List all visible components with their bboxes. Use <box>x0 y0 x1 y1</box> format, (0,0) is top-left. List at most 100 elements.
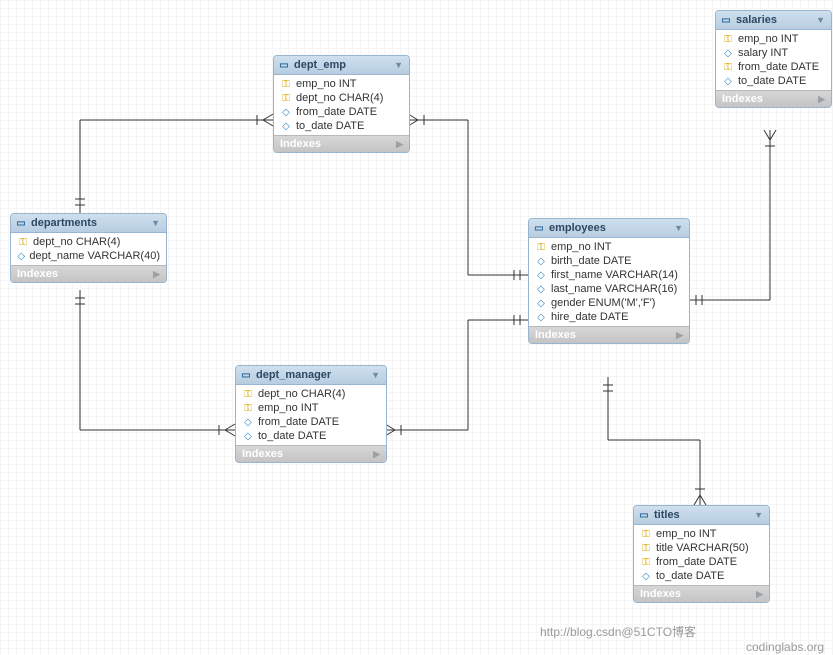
column-text: from_date DATE <box>656 556 737 568</box>
column-row[interactable]: ◇ from_date DATE <box>236 415 386 429</box>
indexes-label: Indexes <box>722 93 763 105</box>
collapse-icon[interactable]: ▼ <box>394 60 403 70</box>
indexes-section[interactable]: Indexes▶ <box>274 135 409 152</box>
column-text: dept_no CHAR(4) <box>258 388 345 400</box>
column-text: emp_no INT <box>551 241 612 253</box>
table-salaries[interactable]: ▭ salaries ▼ ⚿emp_no INT ◇ salary INT⚿from_da… <box>715 10 832 108</box>
table-titles[interactable]: ▭titles▼⚿emp_no INT⚿title VARCHAR(50)⚿fr… <box>633 505 770 603</box>
key-icon: ⚿ <box>535 242 547 253</box>
table-header[interactable]: ▭dept_manager▼ <box>236 366 386 385</box>
column-row[interactable]: ⚿emp_no INT <box>236 401 386 415</box>
expand-icon[interactable]: ▶ <box>153 269 160 280</box>
expand-icon[interactable]: ▶ <box>373 449 380 460</box>
table-icon: ▭ <box>15 218 27 229</box>
diamond-icon: ◇ <box>722 76 734 87</box>
table-icon: ▭ <box>533 223 545 234</box>
column-text: to_date DATE <box>258 430 326 442</box>
column-row[interactable]: ◇hire_date DATE <box>529 310 689 324</box>
column-text: birth_date DATE <box>551 255 632 267</box>
column-row[interactable]: ⚿ emp_no INT <box>274 77 409 91</box>
column-row[interactable]: ◇ first_name VARCHAR(14) <box>529 268 689 282</box>
table-title: employees <box>549 222 606 234</box>
column-text: dept_no CHAR(4) <box>33 236 120 248</box>
column-row[interactable]: ⚿from_date DATE <box>716 60 831 74</box>
column-row[interactable]: ◇ birth_date DATE <box>529 254 689 268</box>
collapse-icon[interactable]: ▼ <box>151 218 160 228</box>
table-header[interactable]: ▭departments▼ <box>11 214 166 233</box>
columns-list: ⚿emp_no INT◇salary INT⚿from_date DATE◇to… <box>716 30 831 90</box>
expand-icon[interactable]: ▶ <box>818 94 825 105</box>
diamond-icon: ◇ <box>535 270 547 281</box>
collapse-icon[interactable]: ▼ <box>754 510 763 520</box>
indexes-label: Indexes <box>535 329 576 341</box>
key-icon: ⚿ <box>280 79 292 90</box>
columns-list: ⚿ dept_no CHAR(4)⚿emp_no INT ◇ from_date DA… <box>236 385 386 445</box>
column-row[interactable]: ⚿ emp_no INT <box>529 240 689 254</box>
table-header[interactable]: ▭dept_emp▼ <box>274 56 409 75</box>
column-row[interactable]: ⚿ dept_no CHAR(4) <box>274 91 409 105</box>
column-text: last_name VARCHAR(16) <box>551 283 677 295</box>
column-text: gender ENUM('M','F') <box>551 297 655 309</box>
collapse-icon[interactable]: ▼ <box>674 223 683 233</box>
columns-list: ⚿ emp_no INT ⚿ dept_no CHAR(4)◇from_date DA… <box>274 75 409 135</box>
column-row[interactable]: ◇dept_name VARCHAR(40) <box>11 249 166 263</box>
column-row[interactable]: ⚿ dept_no CHAR(4) <box>236 387 386 401</box>
indexes-section[interactable]: Indexes▶ <box>11 265 166 282</box>
table-icon: ▭ <box>720 15 732 26</box>
columns-list: ⚿ dept_no CHAR(4)◇dept_name VARCHAR(40) <box>11 233 166 265</box>
indexes-section[interactable]: Indexes ▶ <box>716 90 831 107</box>
table-header[interactable]: ▭ salaries ▼ <box>716 11 831 30</box>
column-row[interactable]: ◇gender ENUM('M','F') <box>529 296 689 310</box>
key-icon: ⚿ <box>17 237 29 248</box>
column-row[interactable]: ◇ salary INT <box>716 46 831 60</box>
expand-icon[interactable]: ▶ <box>756 589 763 600</box>
diamond-icon: ◇ <box>722 48 734 59</box>
key-icon: ⚿ <box>242 403 254 414</box>
column-row[interactable]: ◇from_date DATE <box>274 105 409 119</box>
key-icon: ⚿ <box>280 93 292 104</box>
column-row[interactable]: ◇ to_date DATE <box>716 74 831 88</box>
column-text: to_date DATE <box>738 75 806 87</box>
indexes-label: Indexes <box>640 588 681 600</box>
column-text: dept_no CHAR(4) <box>296 92 383 104</box>
diamond-icon: ◇ <box>242 431 254 442</box>
column-text: dept_name VARCHAR(40) <box>29 250 160 262</box>
column-row[interactable]: ⚿emp_no INT <box>716 32 831 46</box>
column-row[interactable]: ◇to_date DATE <box>274 119 409 133</box>
expand-icon[interactable]: ▶ <box>676 330 683 341</box>
indexes-section[interactable]: Indexes▶ <box>236 445 386 462</box>
indexes-section[interactable]: Indexes ▶ <box>634 585 769 602</box>
column-text: from_date DATE <box>296 106 377 118</box>
columns-list: ⚿emp_no INT⚿title VARCHAR(50)⚿from_date … <box>634 525 769 585</box>
table-icon: ▭ <box>638 510 650 521</box>
table-dept_emp[interactable]: ▭dept_emp▼⚿emp_no INT⚿dept_no CHAR(4)◇fr… <box>273 55 410 153</box>
table-title: salaries <box>736 14 777 26</box>
column-row[interactable]: ◇ to_date DATE <box>236 429 386 443</box>
column-row[interactable]: ◇last_name VARCHAR(16) <box>529 282 689 296</box>
column-row[interactable]: ⚿emp_no INT <box>634 527 769 541</box>
collapse-icon[interactable]: ▼ <box>816 15 825 25</box>
table-employees[interactable]: ▭ employees ▼ ⚿ emp_no INT ◇ birth_date DATE ◇ f… <box>528 218 690 344</box>
column-row[interactable]: ⚿title VARCHAR(50) <box>634 541 769 555</box>
table-dept_manager[interactable]: ▭dept_manager▼ ⚿ dept_no CHAR(4)⚿emp_no IN… <box>235 365 387 463</box>
table-departments[interactable]: ▭departments▼ ⚿ dept_no CHAR(4)◇dept_name … <box>10 213 167 283</box>
column-text: first_name VARCHAR(14) <box>551 269 678 281</box>
column-text: hire_date DATE <box>551 311 628 323</box>
diamond-icon: ◇ <box>535 256 547 267</box>
table-header[interactable]: ▭ employees ▼ <box>529 219 689 238</box>
column-row[interactable]: ⚿from_date DATE <box>634 555 769 569</box>
key-icon: ⚿ <box>242 389 254 400</box>
column-text: emp_no INT <box>738 33 799 45</box>
column-row[interactable]: ◇to_date DATE <box>634 569 769 583</box>
collapse-icon[interactable]: ▼ <box>371 370 380 380</box>
diamond-icon: ◇ <box>242 417 254 428</box>
indexes-section[interactable]: Indexes ▶ <box>529 326 689 343</box>
column-text: salary INT <box>738 47 788 59</box>
column-text: from_date DATE <box>258 416 339 428</box>
expand-icon[interactable]: ▶ <box>396 139 403 150</box>
column-text: emp_no INT <box>296 78 357 90</box>
column-row[interactable]: ⚿ dept_no CHAR(4) <box>11 235 166 249</box>
table-title: dept_emp <box>294 59 346 71</box>
table-header[interactable]: ▭titles▼ <box>634 506 769 525</box>
columns-list: ⚿ emp_no INT ◇ birth_date DATE ◇ first_name V… <box>529 238 689 326</box>
